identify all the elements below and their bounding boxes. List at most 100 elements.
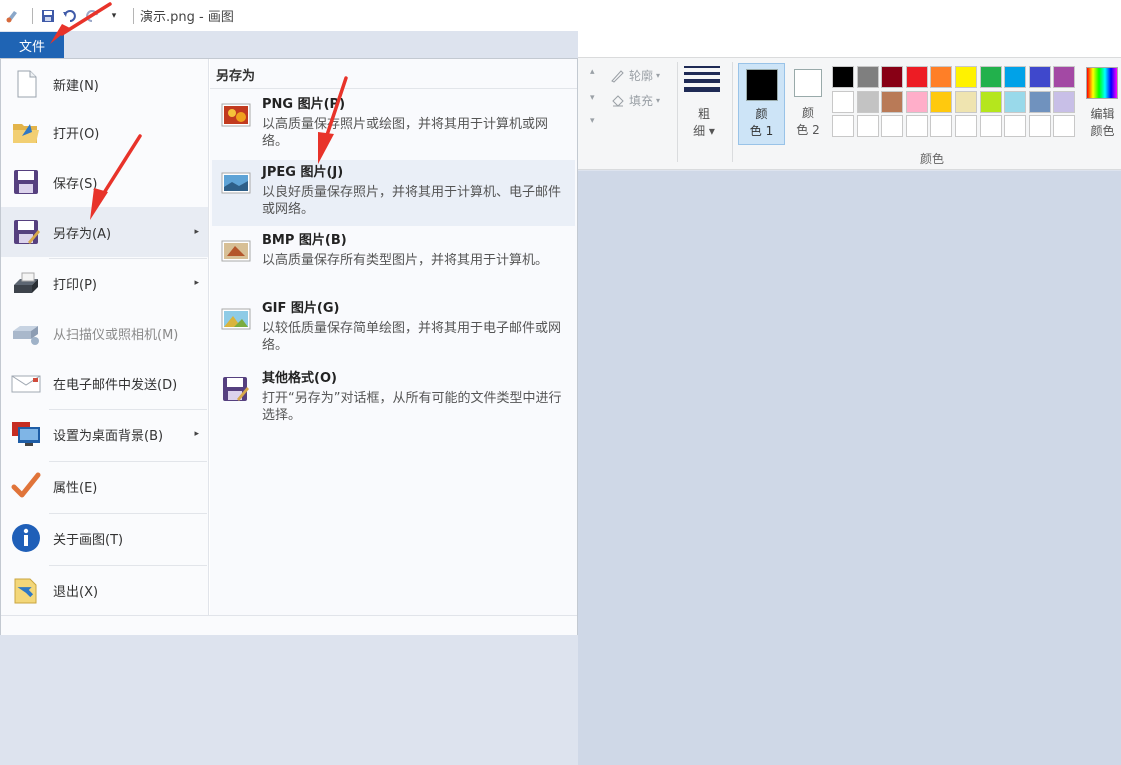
palette-swatch[interactable]	[979, 115, 1002, 138]
window-title: 演示.png - 画图	[140, 10, 234, 25]
palette-swatch[interactable]	[881, 115, 904, 138]
palette-swatch[interactable]	[905, 66, 928, 88]
palette-swatch[interactable]	[856, 66, 879, 88]
size-label-text: 细	[693, 124, 706, 138]
shape-scroll-up[interactable]: ▴	[590, 67, 595, 77]
format-description: 以良好质量保存照片，并将其用于计算机、电子邮件或网络。	[262, 185, 562, 217]
color-2-button[interactable]: 颜 色 2	[789, 63, 829, 145]
ribbon-tab-strip	[578, 31, 1121, 58]
palette-swatch[interactable]	[1004, 90, 1027, 113]
palette-swatch[interactable]	[832, 66, 854, 88]
palette-swatch[interactable]	[930, 66, 953, 88]
palette-swatch[interactable]	[1004, 115, 1027, 138]
workspace-bottom	[0, 635, 578, 765]
color-1-button[interactable]: 颜 色 1	[738, 63, 785, 145]
title-bar: ▾ 演示.png - 画图	[0, 0, 1121, 31]
palette-swatch[interactable]	[881, 90, 904, 113]
size-line-4	[684, 87, 720, 92]
palette-swatch[interactable]	[1028, 66, 1051, 88]
fill-label: 填充	[629, 94, 654, 108]
menu-item-label: 属性(E)	[53, 480, 98, 496]
annotation-arrow-file	[50, 2, 112, 44]
palette-swatch[interactable]	[832, 115, 854, 138]
palette-swatch[interactable]	[954, 90, 977, 113]
palette-swatch[interactable]	[1053, 90, 1076, 113]
color-1-label-line-1: 颜	[755, 107, 768, 121]
palette-swatch[interactable]	[954, 66, 977, 88]
size-label-line-2: 细 ▾	[693, 124, 715, 138]
color-1-label-line-2: 色 1	[749, 124, 774, 138]
save-as-png[interactable]: PNG 图片(P) 以高质量保存照片或绘图，并将其用于计算机或网络。	[212, 92, 575, 158]
palette-swatch[interactable]	[1004, 66, 1027, 88]
palette-swatch[interactable]	[930, 90, 953, 113]
palette-swatch[interactable]	[1028, 115, 1051, 138]
color-2-label: 颜 色 2	[789, 105, 827, 139]
save-as-submenu: 另存为 PNG 图片(P) 以高质量保存照片或绘图，并将其用于计算机或网络。 J…	[210, 59, 577, 616]
edit-colors-button[interactable]: 编辑 颜色	[1084, 67, 1121, 145]
color-wheel-icon	[1086, 67, 1118, 99]
fill-bucket-icon	[612, 94, 624, 107]
palette-swatch[interactable]	[979, 66, 1002, 88]
submenu-arrow-icon: ▸	[194, 278, 199, 288]
format-title: BMP 图片(B)	[262, 233, 347, 248]
menu-item-about[interactable]: 关于画图(T)	[1, 513, 208, 563]
palette-swatch[interactable]	[856, 90, 879, 113]
save-as-icon	[9, 215, 43, 249]
color-1-swatch	[746, 69, 778, 101]
menu-item-label: 在电子邮件中发送(D)	[53, 377, 178, 393]
palette-swatch[interactable]	[856, 115, 879, 138]
save-as-other-formats[interactable]: 其他格式(O) 打开“另存为”对话框，从所有可能的文件类型中进行选择。	[212, 366, 575, 434]
palette-swatch[interactable]	[905, 115, 928, 138]
submenu-header-divider	[210, 88, 577, 89]
save-as-jpeg[interactable]: JPEG 图片(J) 以良好质量保存照片，并将其用于计算机、电子邮件或网络。	[212, 160, 575, 226]
menu-item-exit[interactable]: 退出(X)	[1, 565, 208, 615]
exit-icon	[9, 573, 43, 607]
email-icon	[9, 366, 43, 400]
canvas-workspace[interactable]	[578, 171, 1121, 765]
colors-group-label: 颜色	[919, 152, 944, 166]
paint-app-icon[interactable]	[4, 7, 22, 25]
outline-button[interactable]: 轮廓 ▾	[610, 67, 660, 84]
edit-colors-label-line-2: 颜色	[1090, 124, 1115, 138]
menu-item-scanner[interactable]: 从扫描仪或照相机(M)	[1, 308, 208, 358]
desktop-background-icon	[9, 417, 43, 451]
scanner-icon	[9, 316, 43, 350]
palette-swatch[interactable]	[1053, 115, 1076, 138]
shape-gallery-expand[interactable]: ▾	[590, 116, 595, 126]
menu-item-label: 打印(P)	[53, 277, 97, 293]
palette-swatch[interactable]	[930, 115, 953, 138]
menu-item-properties[interactable]: 属性(E)	[1, 461, 208, 511]
size-label-line-1: 粗	[697, 107, 710, 121]
format-title: GIF 图片(G)	[262, 301, 340, 316]
menu-item-new[interactable]: 新建(N)	[1, 59, 208, 109]
size-line-2	[684, 72, 720, 75]
open-folder-icon	[9, 115, 43, 149]
palette-swatch[interactable]	[954, 115, 977, 138]
menu-item-email[interactable]: 在电子邮件中发送(D)	[1, 358, 208, 408]
palette-swatch[interactable]	[832, 90, 854, 113]
submenu-arrow-icon: ▸	[194, 227, 199, 237]
menu-item-desktop-background[interactable]: 设置为桌面背景(B) ▸	[1, 409, 208, 459]
save-as-gif[interactable]: GIF 图片(G) 以较低质量保存简单绘图，并将其用于电子邮件或网络。	[212, 296, 575, 364]
menu-item-label: 新建(N)	[53, 78, 99, 94]
color-palette	[831, 65, 1077, 139]
palette-swatch[interactable]	[1028, 90, 1051, 113]
color-2-label-line-2: 色 2	[796, 123, 820, 137]
palette-swatch[interactable]	[1053, 66, 1076, 88]
palette-swatch[interactable]	[881, 66, 904, 88]
info-icon	[9, 521, 43, 555]
bmp-image-icon	[219, 234, 253, 268]
submenu-arrow-icon: ▸	[194, 429, 199, 439]
menu-item-print[interactable]: 打印(P) ▸	[1, 258, 208, 308]
annotation-arrow-save-as	[90, 134, 142, 220]
shape-scroll-down[interactable]: ▾	[590, 93, 595, 103]
fill-button[interactable]: 填充 ▾	[610, 92, 660, 109]
palette-swatch[interactable]	[979, 90, 1002, 113]
new-file-icon	[9, 67, 43, 101]
palette-swatch[interactable]	[905, 90, 928, 113]
gif-image-icon	[219, 302, 253, 336]
edit-colors-label-line-1: 编辑	[1090, 107, 1115, 121]
outline-label: 轮廓	[629, 69, 654, 83]
save-as-bmp[interactable]: BMP 图片(B) 以高质量保存所有类型图片，并将其用于计算机。	[212, 228, 575, 294]
format-description: 以高质量保存所有类型图片，并将其用于计算机。	[262, 253, 549, 268]
